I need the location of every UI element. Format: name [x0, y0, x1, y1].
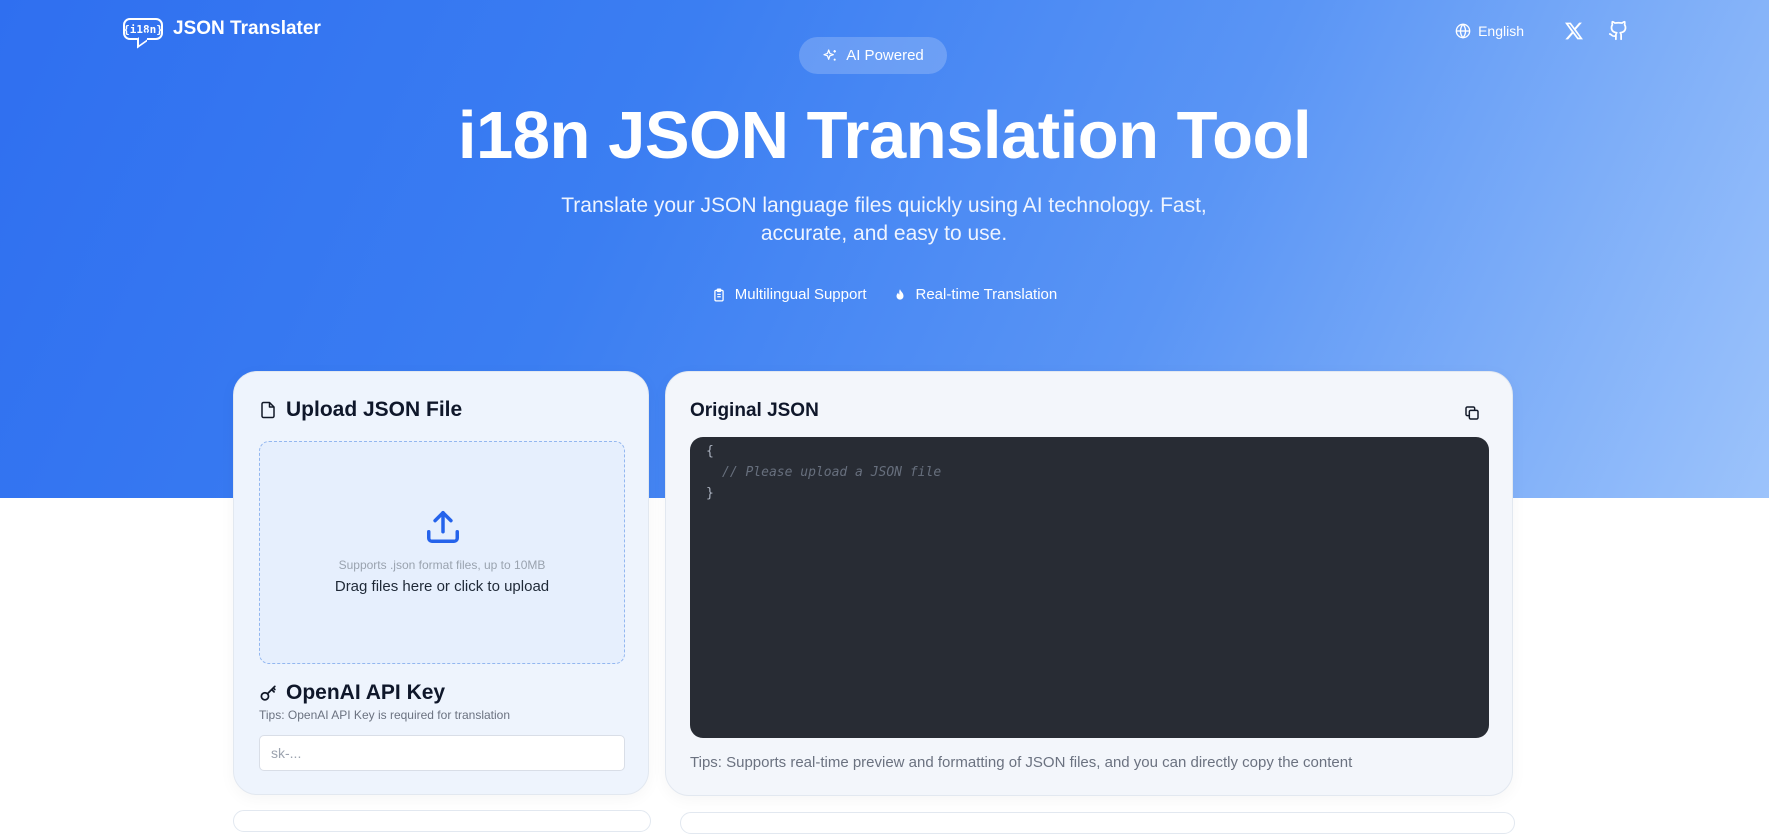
upload-icon: [427, 511, 459, 543]
upload-title-text: Upload JSON File: [286, 398, 463, 421]
flame-icon: [896, 288, 903, 300]
feature-realtime: Real-time Translation: [893, 286, 1058, 303]
logo-text: JSON Translater: [173, 18, 321, 39]
code-comment: // Please upload a JSON file: [722, 465, 942, 480]
original-json-card: Original JSON { // Please upload a JSON …: [665, 371, 1513, 796]
page-title: i18n JSON Translation Tool: [457, 98, 1312, 173]
code-line: }: [706, 486, 714, 501]
next-card-left: [233, 810, 651, 832]
api-key-title: OpenAI API Key: [259, 681, 445, 705]
next-card-right: [680, 812, 1515, 834]
feature-multilingual: Multilingual Support: [712, 286, 867, 303]
github-icon[interactable]: [1608, 20, 1629, 41]
feature-label: Real-time Translation: [915, 286, 1058, 303]
api-key-input[interactable]: [259, 735, 625, 771]
sparkles-icon: [823, 48, 837, 61]
dropzone-hint: Supports .json format files, up to 10MB: [338, 558, 546, 572]
logo-badge: {i18n}: [123, 18, 163, 40]
api-key-title-text: OpenAI API Key: [286, 681, 446, 704]
feature-list: Multilingual Support Real-time Translati…: [0, 286, 1769, 303]
file-icon: [261, 401, 275, 419]
file-dropzone[interactable]: Supports .json format files, up to 10MB …: [259, 441, 625, 664]
copy-button[interactable]: [1458, 399, 1486, 427]
page-subtitle: Translate your JSON language files quick…: [561, 194, 1207, 245]
language-selector[interactable]: English: [1455, 23, 1524, 39]
upload-card: Upload JSON File Supports .json format f…: [233, 371, 649, 795]
ai-powered-badge: AI Powered: [799, 37, 947, 74]
ai-badge-label: AI Powered: [846, 47, 924, 64]
language-label: English: [1478, 22, 1524, 39]
json-code-viewer[interactable]: { // Please upload a JSON file }: [690, 437, 1489, 738]
copy-icon: [1465, 406, 1479, 420]
clipboard-icon: [714, 288, 724, 301]
dropzone-label: Drag files here or click to upload: [334, 578, 550, 595]
globe-icon: [1455, 22, 1471, 39]
original-json-title: Original JSON: [690, 400, 819, 421]
upload-title: Upload JSON File: [259, 398, 462, 422]
api-key-tip: Tips: OpenAI API Key is required for tra…: [259, 708, 511, 722]
nav-actions: English: [1455, 20, 1629, 41]
x-icon[interactable]: [1564, 21, 1584, 41]
code-line: {: [706, 444, 714, 459]
original-json-tip: Tips: Supports real-time preview and for…: [690, 754, 1353, 771]
logo[interactable]: {i18n} JSON Translater: [123, 18, 321, 40]
feature-label: Multilingual Support: [734, 286, 867, 303]
key-icon: [260, 685, 276, 701]
